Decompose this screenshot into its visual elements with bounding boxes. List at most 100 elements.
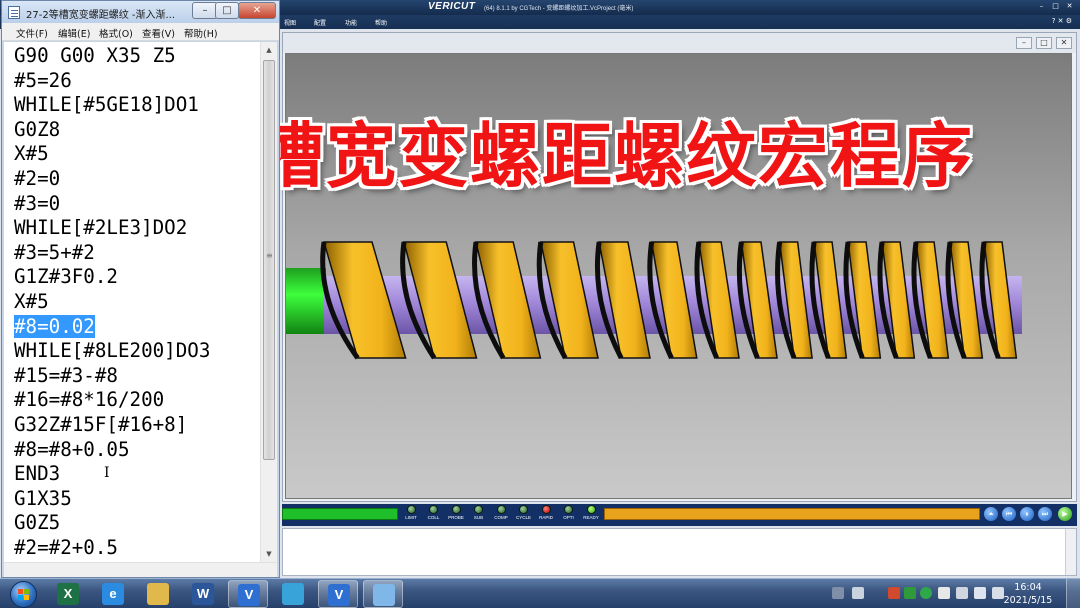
led-light-icon bbox=[541, 505, 551, 514]
code-line[interactable]: #8=0.02 bbox=[14, 314, 210, 340]
view-minimize-icon[interactable]: – bbox=[1016, 37, 1032, 49]
code-editor[interactable]: G90 G00 X35 Z5 #5=26 WHILE[#5GE18]DO1 G0Z8 X… bbox=[4, 42, 277, 577]
code-line[interactable]: G1X35 bbox=[14, 487, 210, 512]
scroll-up-icon[interactable]: ▲ bbox=[261, 42, 277, 58]
text-cursor-icon: I bbox=[104, 465, 110, 481]
excel-icon: X bbox=[57, 583, 79, 605]
horizontal-scrollbar[interactable] bbox=[4, 562, 277, 577]
status-led-cycle: CYCLE bbox=[513, 505, 535, 525]
menu-help[interactable]: 帮助 bbox=[375, 18, 387, 27]
menu-file[interactable]: 文件(F) bbox=[16, 26, 48, 40]
taskbar-tool[interactable] bbox=[273, 580, 313, 608]
menu-view[interactable]: 视图 bbox=[284, 18, 296, 27]
code-line[interactable]: #3=5+#2 bbox=[14, 241, 210, 266]
play-icon[interactable]: ▶ bbox=[1058, 507, 1072, 521]
usb-icon[interactable] bbox=[938, 587, 950, 599]
code-line[interactable]: X#5 bbox=[14, 290, 210, 315]
status-led-limit: LIMIT bbox=[400, 505, 422, 525]
show-desktop-button[interactable] bbox=[1066, 579, 1080, 608]
maximize-icon[interactable]: □ bbox=[215, 2, 239, 19]
menu-help[interactable]: 帮助(H) bbox=[184, 26, 218, 40]
vericut-version-text: (64) 8.1.1 by CGTech - 变螺距螺纹加工.VcProject… bbox=[484, 6, 634, 12]
code-line-text: X#5 bbox=[14, 142, 49, 166]
status-led-rapid: RAPID bbox=[535, 505, 557, 525]
menu-format[interactable]: 格式(O) bbox=[99, 26, 133, 40]
led-label: READY bbox=[583, 515, 599, 520]
led-label: COMP bbox=[494, 515, 508, 520]
taskbar-vericut-1[interactable]: V bbox=[228, 580, 268, 608]
code-line[interactable]: G0Z8 bbox=[14, 118, 210, 143]
code-line-text: #3=0 bbox=[14, 191, 61, 215]
taskbar-ie[interactable]: e bbox=[93, 580, 133, 608]
vericut-1-icon: V bbox=[238, 584, 260, 606]
view-maximize-icon[interactable]: □ bbox=[1036, 37, 1052, 49]
code-line[interactable]: #8=#8+0.05 bbox=[14, 438, 210, 463]
code-line-text: #15=#3-#8 bbox=[14, 363, 118, 387]
code-line[interactable]: WHILE[#8LE200]DO3 bbox=[14, 339, 210, 364]
clock[interactable]: 16:04 2021/5/15 bbox=[998, 581, 1058, 607]
vericut-log-pane bbox=[282, 528, 1077, 576]
network-icon[interactable] bbox=[956, 587, 968, 599]
vericut-status-bar: LIMIT COLL PROBE SUB COMP CYCLE RAPID OPTI READY… bbox=[282, 504, 1077, 526]
code-line[interactable]: X#5 bbox=[14, 142, 210, 167]
led-light-icon bbox=[429, 505, 438, 514]
notepad-app-icon bbox=[8, 6, 20, 19]
code-line[interactable]: G32Z#15F[#16+8] bbox=[14, 413, 210, 438]
status-led-comp: COMP bbox=[490, 505, 512, 525]
pause-icon[interactable]: ⏸ bbox=[1020, 507, 1034, 521]
notepad-window: 27-2等槽宽变螺距螺纹 -渐入渐... – □ ✕ 文件(F) 编辑(E) 格… bbox=[1, 0, 280, 578]
code-line[interactable]: #2=#2+0.5 bbox=[14, 536, 210, 561]
code-line[interactable]: #2=0 bbox=[14, 167, 210, 192]
taskbar-excel[interactable]: X bbox=[48, 580, 88, 608]
rewind-icon[interactable]: ⏶ bbox=[984, 507, 998, 521]
scrollbar-thumb[interactable] bbox=[263, 60, 275, 460]
led-light-icon bbox=[496, 505, 506, 514]
menu-function[interactable]: 功能 bbox=[345, 18, 357, 27]
view-close-icon[interactable]: ✕ bbox=[1056, 37, 1072, 49]
minimize-icon[interactable]: – bbox=[1037, 2, 1046, 11]
maximize-icon[interactable]: □ bbox=[1051, 2, 1060, 11]
vertical-scrollbar[interactable]: ▲ ▼ bbox=[260, 42, 277, 562]
code-line-text: #8=#8+0.05 bbox=[14, 437, 130, 461]
tray-arrow-icon[interactable] bbox=[852, 587, 864, 599]
taskbar-notepad[interactable] bbox=[363, 580, 403, 608]
code-line-text: G0Z8 bbox=[14, 117, 61, 141]
code-line[interactable]: END3 bbox=[14, 462, 210, 487]
code-line[interactable]: WHILE[#5GE18]DO1 bbox=[14, 93, 210, 118]
code-line[interactable]: G0Z5 bbox=[14, 511, 210, 536]
windows-logo-icon bbox=[10, 581, 37, 608]
step-back-icon[interactable]: ⏮ bbox=[1002, 507, 1016, 521]
360-icon[interactable] bbox=[920, 587, 932, 599]
code-text[interactable]: G90 G00 X35 Z5 #5=26 WHILE[#5GE18]DO1 G0Z8 X… bbox=[14, 44, 210, 560]
led-light-icon bbox=[406, 505, 416, 514]
close-icon[interactable]: ✕ bbox=[238, 2, 276, 19]
menu-edit[interactable]: 编辑(E) bbox=[58, 26, 90, 40]
step-forward-icon[interactable]: ⏭ bbox=[1038, 507, 1052, 521]
taskbar-explorer[interactable] bbox=[138, 580, 178, 608]
keyboard-icon[interactable] bbox=[832, 587, 844, 599]
code-line[interactable]: #15=#3-#8 bbox=[14, 364, 210, 389]
taskbar-vericut-2[interactable]: V bbox=[318, 580, 358, 608]
volume-icon[interactable] bbox=[974, 587, 986, 599]
taskbar-word[interactable]: W bbox=[183, 580, 223, 608]
status-led-opti: OPTI bbox=[558, 505, 580, 525]
code-line[interactable]: G90 G00 X35 Z5 bbox=[14, 44, 210, 69]
close-icon[interactable]: ✕ bbox=[1065, 2, 1074, 11]
menu-toolbar-icons[interactable]: ? ✕ ⚙ bbox=[1052, 17, 1072, 25]
app-tray-icon[interactable] bbox=[904, 587, 916, 599]
security-icon[interactable] bbox=[888, 587, 900, 599]
vericut-logo: VERICUT bbox=[428, 1, 476, 12]
menu-config[interactable]: 配置 bbox=[314, 18, 326, 27]
start-button[interactable] bbox=[4, 580, 42, 608]
code-line[interactable]: #3=0 bbox=[14, 192, 210, 217]
scroll-down-icon[interactable]: ▼ bbox=[261, 546, 277, 562]
code-line[interactable]: G1Z#3F0.2 bbox=[14, 265, 210, 290]
led-light-icon bbox=[474, 505, 483, 514]
code-line[interactable]: WHILE[#2LE3]DO2 bbox=[14, 216, 210, 241]
code-line[interactable]: #5=26 bbox=[14, 69, 210, 94]
code-line[interactable]: #16=#8*16/200 bbox=[14, 388, 210, 413]
menu-view[interactable]: 查看(V) bbox=[142, 26, 175, 40]
led-label: OPTI bbox=[563, 515, 574, 520]
notepad-title-bar[interactable]: 27-2等槽宽变螺距螺纹 -渐入渐... – □ ✕ bbox=[2, 1, 279, 23]
code-line-text: #5=26 bbox=[14, 68, 72, 92]
